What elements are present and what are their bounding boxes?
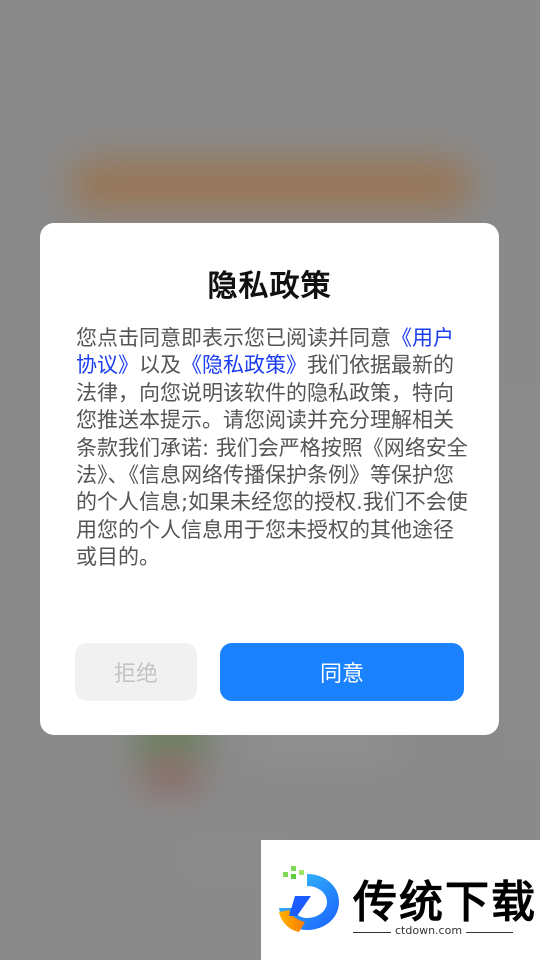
agree-button[interactable]: 同意 [220, 643, 464, 701]
dialog-body: 您点击同意即表示您已阅读并同意《用户协议》以及《隐私政策》我们依据最新的法律，向… [76, 325, 468, 572]
dialog-title: 隐私政策 [207, 269, 332, 304]
body-rest-text: 我们依据最新的法律，向您说明该软件的隐私政策，特向您推送本提示。请您阅读并充分理… [76, 353, 468, 570]
privacy-dialog: 隐私政策 您点击同意即表示您已阅读并同意《用户协议》以及《隐私政策》我们依据最新… [40, 223, 499, 735]
reject-button[interactable]: 拒绝 [75, 643, 197, 701]
brand-logo-icon [279, 866, 339, 932]
brand-url: ctdown.com [391, 924, 467, 937]
brand-text: 传统下载 [353, 877, 537, 928]
connector-text: 以及 [139, 353, 181, 378]
body-intro-text: 您点击同意即表示您已阅读并同意 [76, 326, 391, 350]
watermark: 传统下载 ctdown.com [261, 840, 540, 960]
privacy-policy-link[interactable]: 《隐私政策》 [181, 353, 307, 377]
